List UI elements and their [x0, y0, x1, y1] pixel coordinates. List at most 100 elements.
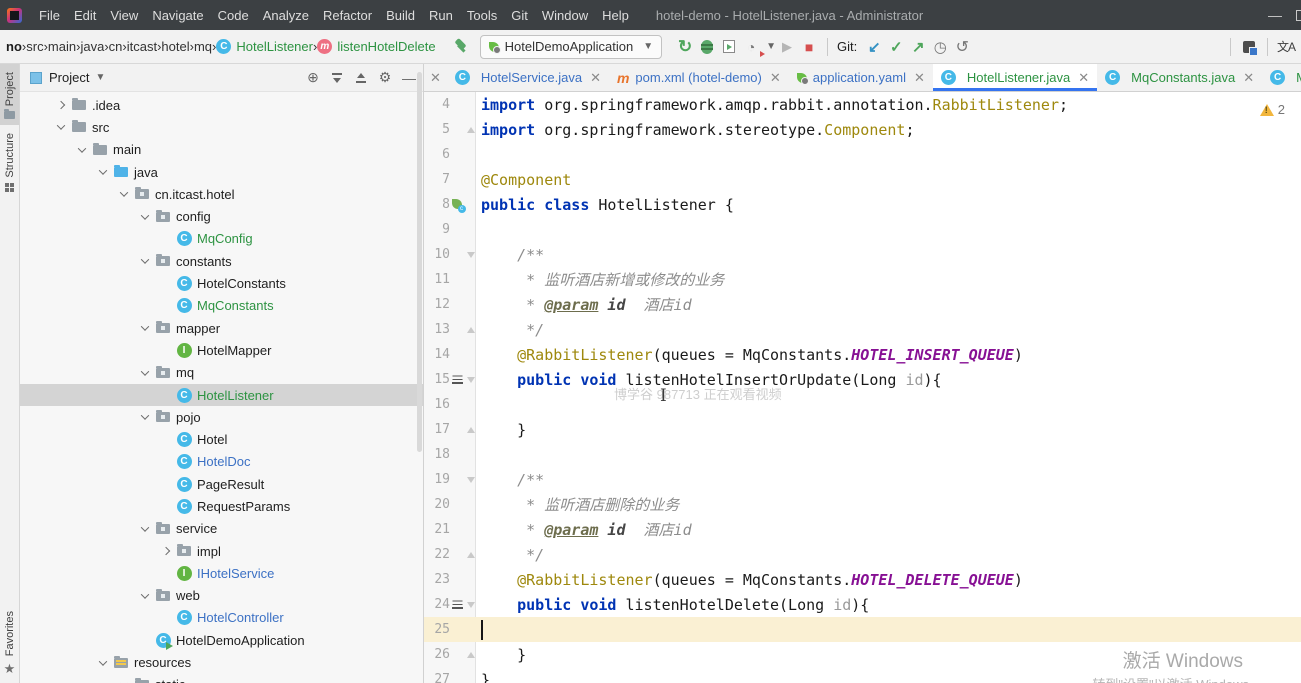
code-line-19[interactable]: 19 /**: [424, 467, 1301, 492]
code-line-10[interactable]: 10 /**: [424, 242, 1301, 267]
breadcrumb-item-listenHotelDelete[interactable]: m listenHotelDelete: [317, 39, 436, 54]
tab-pom-xml-hotel-demo-[interactable]: m pom.xml (hotel-demo) ✕: [609, 64, 789, 91]
tree-item-HotelListener[interactable]: C HotelListener: [20, 383, 423, 407]
menu-window[interactable]: Window: [535, 8, 595, 23]
menu-refactor[interactable]: Refactor: [316, 8, 379, 23]
code-line-13[interactable]: 13 */: [424, 317, 1301, 342]
code-text[interactable]: }: [476, 671, 490, 683]
fold-marker-slot[interactable]: [465, 601, 476, 608]
tab-close-icon[interactable]: ✕: [1078, 70, 1089, 86]
tree-item-MqConfig[interactable]: C MqConfig: [20, 228, 423, 250]
code-line-11[interactable]: 11 * 监听酒店新增或修改的业务: [424, 267, 1301, 292]
tree-item-java[interactable]: java: [20, 161, 423, 183]
code-line-15[interactable]: 15 public void listenHotelInsertOrUpdate…: [424, 367, 1301, 392]
menu-build[interactable]: Build: [379, 8, 422, 23]
breadcrumb-item-hotel[interactable]: hotel: [161, 39, 189, 54]
code-text[interactable]: import org.springframework.amqp.rabbit.a…: [476, 96, 1068, 114]
code-line-4[interactable]: 4 import org.springframework.amqp.rabbit.…: [424, 92, 1301, 117]
push-button[interactable]: ↗: [907, 36, 929, 58]
menu-navigate[interactable]: Navigate: [145, 8, 210, 23]
menu-help[interactable]: Help: [595, 8, 636, 23]
code-text[interactable]: @RabbitListener(queues = MqConstants.HOT…: [476, 346, 1023, 364]
tool-button-structure[interactable]: Structure: [0, 125, 19, 198]
tree-item-RequestParams[interactable]: C RequestParams: [20, 495, 423, 517]
breadcrumb-item-src[interactable]: src: [26, 39, 43, 54]
code-text[interactable]: @RabbitListener(queues = MqConstants.HOT…: [476, 571, 1023, 589]
tab-application-yaml[interactable]: application.yaml ✕: [789, 64, 933, 91]
run-configuration-select[interactable]: HotelDemoApplication ▼: [479, 34, 663, 59]
tree-item-HotelMapper[interactable]: I HotelMapper: [20, 339, 423, 361]
tree-arrow-slot[interactable]: [136, 322, 154, 331]
commit-button[interactable]: ✓: [885, 36, 907, 58]
menu-view[interactable]: View: [103, 8, 145, 23]
code-editor[interactable]: 4 import org.springframework.amqp.rabbit.…: [424, 92, 1301, 683]
breadcrumb-item-main[interactable]: main: [48, 39, 76, 54]
code-line-24[interactable]: 24 public void listenHotelDelete(Long id…: [424, 592, 1301, 617]
tree-item-MqConstants[interactable]: C MqConstants: [20, 295, 423, 317]
tree-arrow-slot[interactable]: [73, 144, 91, 153]
tree-arrow-slot[interactable]: [94, 656, 112, 666]
tab-mqconstants-java[interactable]: C MqConstants.java ✕: [1097, 64, 1262, 91]
code-text[interactable]: }: [476, 646, 526, 664]
tree-arrow-slot[interactable]: [52, 100, 70, 110]
gutter-icon-slot[interactable]: [450, 600, 465, 610]
history-button[interactable]: ◷: [929, 36, 951, 58]
maximize-button[interactable]: [1296, 9, 1301, 21]
tree-item-src[interactable]: src: [20, 116, 423, 138]
tree-item-impl[interactable]: impl: [20, 540, 423, 562]
translate-button[interactable]: 文A: [1275, 36, 1297, 58]
tree-arrow-slot[interactable]: [136, 590, 154, 599]
tree-item-Hotel[interactable]: C Hotel: [20, 428, 423, 450]
tree-arrow-slot[interactable]: [136, 411, 154, 421]
code-text[interactable]: */: [476, 321, 544, 339]
breadcrumb-item-mq[interactable]: mq: [194, 39, 212, 54]
code-text[interactable]: * 监听酒店删除的业务: [476, 494, 679, 515]
update-project-button[interactable]: ↙: [863, 36, 885, 58]
tree-item-HotelDemoApplication[interactable]: C HotelDemoApplication: [20, 629, 423, 651]
fold-marker-slot[interactable]: [465, 376, 476, 383]
fold-marker-slot[interactable]: [465, 551, 476, 558]
tree-item-service[interactable]: service: [20, 518, 423, 540]
locate-file-button[interactable]: ⊕: [303, 68, 323, 88]
tree-arrow-slot[interactable]: [136, 255, 154, 265]
code-line-6[interactable]: 6: [424, 142, 1301, 167]
code-text[interactable]: public class HotelListener {: [476, 196, 734, 214]
code-text[interactable]: */: [476, 546, 544, 564]
tree-item-cn.itcast.hotel[interactable]: cn.itcast.hotel: [20, 183, 423, 205]
tool-button-favorites[interactable]: Favorites ★: [0, 603, 19, 683]
code-line-14[interactable]: 14 @RabbitListener(queues = MqConstants.…: [424, 342, 1301, 367]
tab-hotellistener-java[interactable]: C HotelListener.java ✕: [932, 64, 1098, 91]
rerun-button[interactable]: ↻: [674, 36, 696, 58]
stop-button[interactable]: ■: [798, 36, 820, 58]
tree-item-HotelConstants[interactable]: C HotelConstants: [20, 272, 423, 294]
menu-code[interactable]: Code: [211, 8, 256, 23]
code-line-21[interactable]: 21 * @param id 酒店id: [424, 517, 1301, 542]
tree-item-web[interactable]: web: [20, 585, 423, 607]
fold-marker-slot[interactable]: [465, 251, 476, 258]
tree-item-constants[interactable]: constants: [20, 250, 423, 272]
tab-mq[interactable]: CMq✕: [1262, 64, 1301, 91]
tree-item-static[interactable]: static: [20, 674, 423, 683]
code-line-23[interactable]: 23 @RabbitListener(queues = MqConstants.…: [424, 567, 1301, 592]
profiler-button[interactable]: ◔: [740, 36, 766, 58]
tree-item-resources[interactable]: resources: [20, 651, 423, 673]
code-line-20[interactable]: 20 * 监听酒店删除的业务: [424, 492, 1301, 517]
settings-button[interactable]: ⚙: [375, 68, 395, 88]
code-line-18[interactable]: 18: [424, 442, 1301, 467]
menu-run[interactable]: Run: [422, 8, 460, 23]
code-text[interactable]: import org.springframework.stereotype.Co…: [476, 121, 914, 139]
coverage-button[interactable]: [718, 36, 740, 58]
inspection-widget[interactable]: 2: [1259, 102, 1285, 117]
tab-close-icon[interactable]: ✕: [590, 70, 601, 86]
code-text[interactable]: /**: [476, 471, 544, 489]
code-line-8[interactable]: 8 public class HotelListener {: [424, 192, 1301, 217]
tree-item-.idea[interactable]: .idea: [20, 94, 423, 116]
fold-marker-slot[interactable]: [465, 426, 476, 433]
tool-button-project[interactable]: Project: [0, 64, 19, 126]
gutter-icon-slot[interactable]: [450, 375, 465, 385]
menu-tools[interactable]: Tools: [460, 8, 504, 23]
patch-button[interactable]: [1238, 36, 1260, 58]
code-text[interactable]: @Component: [476, 171, 571, 189]
code-text[interactable]: * @param id 酒店id: [476, 294, 691, 315]
tree-arrow-slot[interactable]: [136, 210, 154, 220]
